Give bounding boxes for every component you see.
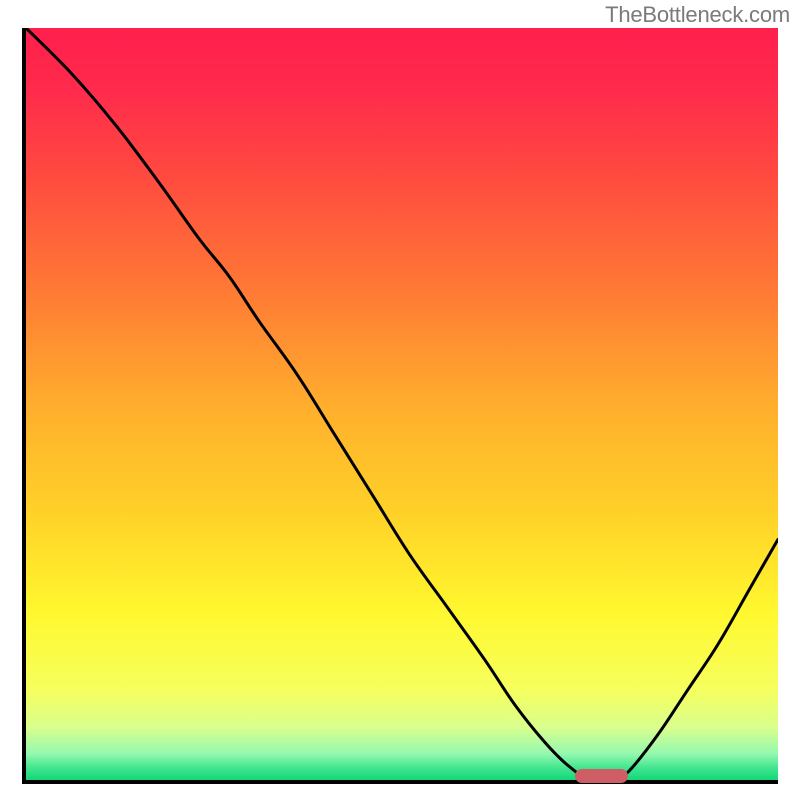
bottleneck-curve [26, 28, 778, 780]
chart-root: TheBottleneck.com [0, 0, 800, 800]
optimal-zone-marker [575, 769, 628, 783]
site-attribution: TheBottleneck.com [605, 2, 790, 28]
plot-area [26, 28, 778, 780]
